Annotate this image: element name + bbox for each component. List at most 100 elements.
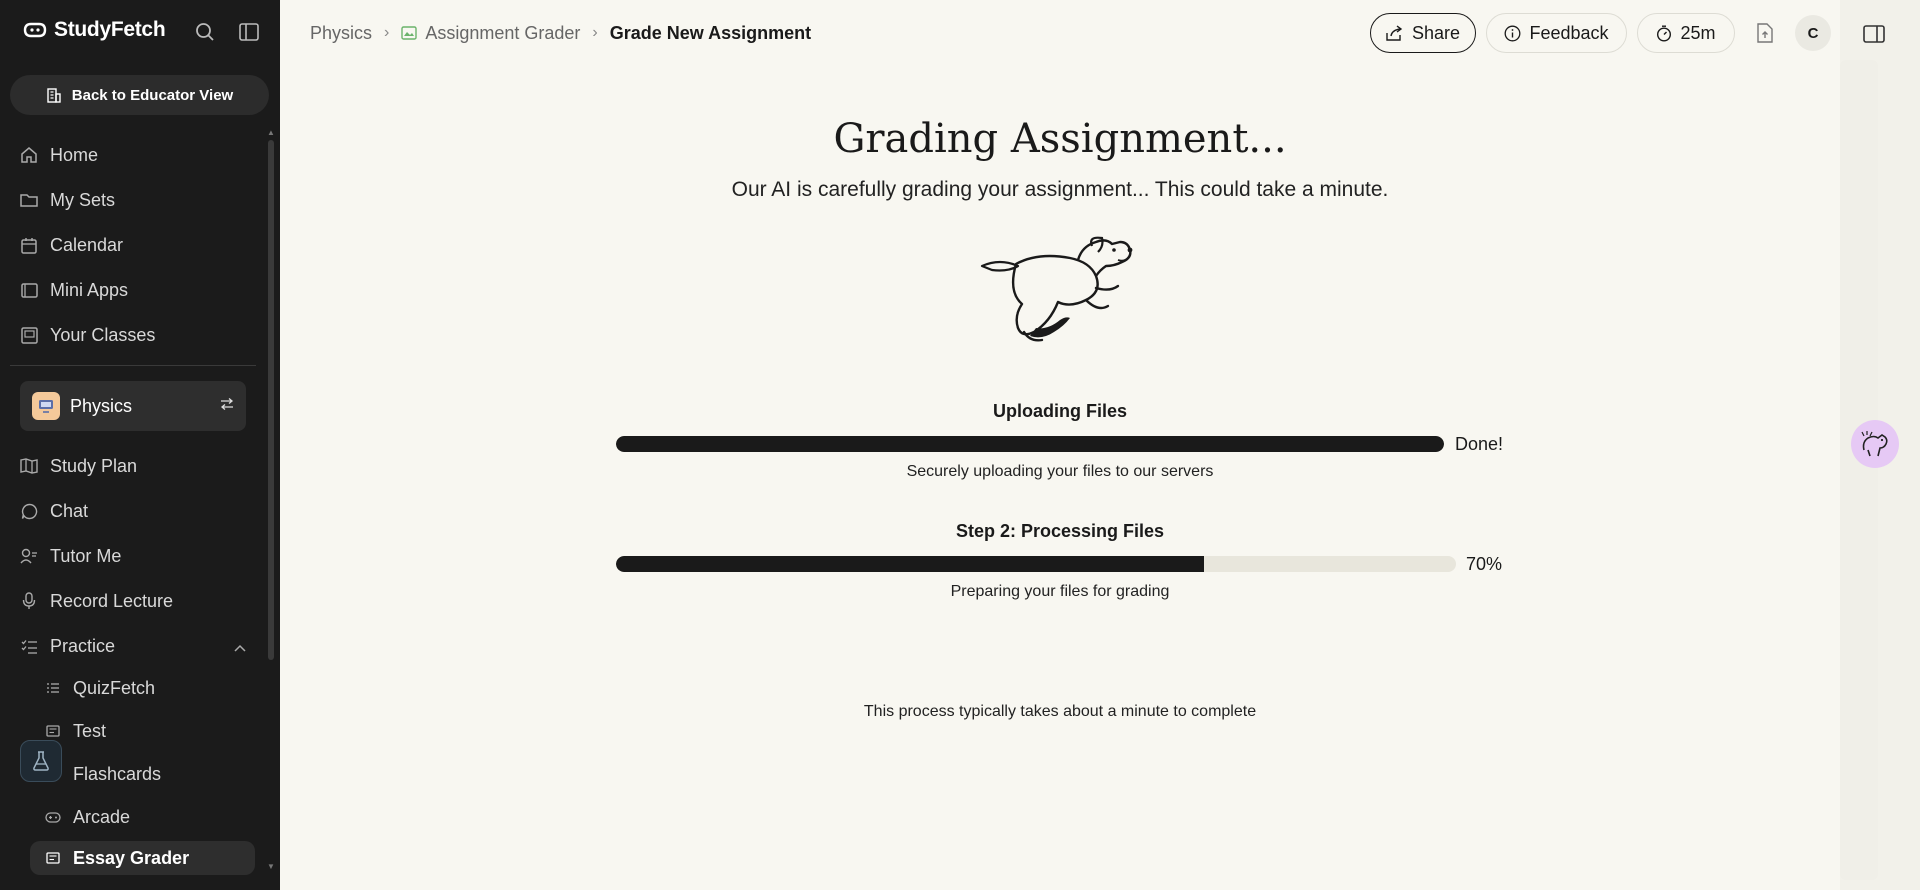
right-panel-toggle-icon[interactable] [1862,22,1886,46]
breadcrumb: Physics › Assignment Grader › Grade New … [310,20,811,46]
share-icon [1386,25,1403,41]
app-name: StudyFetch [54,18,166,41]
sidebar-divider [10,365,256,366]
home-icon [20,146,38,164]
process-footnote: This process typically takes about a min… [863,703,1257,720]
feedback-button[interactable]: Feedback [1486,13,1627,53]
chevron-right-icon: › [384,24,390,41]
sidebar-item-chat[interactable]: Chat [20,493,88,529]
scrollbar-down-arrow-icon[interactable]: ▼ [266,862,276,871]
map-icon [20,457,38,475]
scrollbar-up-arrow-icon[interactable]: ▲ [266,128,276,137]
timer-button[interactable]: 25m [1637,13,1735,53]
sidebar-item-label: My Sets [50,189,116,210]
breadcrumb-label: Physics [310,22,373,43]
sidebar-item-quizfetch[interactable]: QuizFetch [45,671,155,705]
flask-icon[interactable] [20,740,62,782]
list-check-icon [20,637,38,655]
sidebar-item-record-lecture[interactable]: Record Lecture [20,583,173,619]
chat-bubble-icon [20,502,38,520]
essay-icon [45,850,61,866]
calendar-icon [20,236,38,254]
step-title: Step 2: Processing Files [955,521,1165,541]
chevron-up-icon[interactable] [234,636,246,657]
file-upload-icon[interactable] [1753,21,1777,45]
sidebar-item-label: Study Plan [50,455,138,476]
microphone-icon [20,592,38,610]
page-subtitle: Our AI is carefully grading your assignm… [731,178,1389,201]
back-label: Back to Educator View [71,86,234,104]
page-title: Grading Assignment... [833,116,1287,162]
sidebar-item-my-sets[interactable]: My Sets [20,182,115,218]
upload-status: Done! [1455,434,1504,454]
sidebar-item-label: Essay Grader [73,847,190,868]
upload-progress-bar [616,436,1444,452]
step-description: Securely uploading your files to our ser… [906,463,1214,480]
class-switcher[interactable]: Physics [20,381,246,431]
processing-progress-fill [616,556,1204,572]
sidebar: StudyFetch Back to Educator View Home My… [0,0,280,890]
step-description: Preparing your files for grading [950,583,1170,600]
feedback-label: Feedback [1529,22,1609,43]
chevron-right-icon: › [592,24,598,41]
breadcrumb-assignment-grader[interactable]: Assignment Grader [401,23,580,44]
classes-icon [20,326,38,344]
sidebar-header: StudyFetch [0,0,280,64]
sidebar-item-home[interactable]: Home [20,137,98,173]
sidebar-item-label: Flashcards [73,763,162,784]
user-avatar[interactable]: C [1795,15,1831,51]
breadcrumb-current: Grade New Assignment [609,22,812,43]
sidebar-item-study-plan[interactable]: Study Plan [20,448,137,484]
step-title: Uploading Files [992,401,1127,421]
sidebar-item-essay-grader[interactable]: Essay Grader [30,841,255,875]
logo-icon [23,22,47,38]
sidebar-item-label: Your Classes [50,324,156,345]
sidebar-item-label: QuizFetch [73,677,156,698]
sidebar-scrollbar[interactable] [268,140,274,660]
mascot-assistant-button[interactable] [1851,420,1899,468]
sidebar-item-calendar[interactable]: Calendar [20,227,123,263]
class-avatar-icon [32,392,60,420]
share-label: Share [1411,22,1461,43]
sidebar-item-label: Arcade [73,806,131,827]
gamepad-icon [45,809,61,825]
sidebar-item-label: Home [50,144,99,165]
sidebar-toggle-icon[interactable] [237,20,261,44]
stopwatch-icon [1657,25,1672,42]
dog-mascot-icon [1861,431,1888,457]
app-window-icon [20,281,38,299]
processing-progress-bar [616,556,1456,572]
quiz-list-icon [45,680,61,696]
sidebar-item-label: Tutor Me [50,545,122,566]
sidebar-item-your-classes[interactable]: Your Classes [20,317,155,353]
sidebar-item-mini-apps[interactable]: Mini Apps [20,272,128,308]
sidebar-item-label: Practice [50,635,116,656]
studyfetch-logo[interactable]: StudyFetch [22,18,166,42]
sidebar-item-label: Test [73,720,107,741]
search-icon[interactable] [193,20,217,44]
timer-label: 25m [1680,22,1716,43]
upload-progress-fill [616,436,1444,452]
back-to-educator-button[interactable]: Back to Educator View [10,75,269,115]
running-dog-illustration [980,236,1133,342]
folder-icon [20,191,38,209]
image-grader-icon [401,26,418,40]
share-button[interactable]: Share [1370,13,1476,53]
swap-arrows-icon[interactable] [220,397,234,415]
breadcrumb-physics[interactable]: Physics [310,23,372,44]
building-icon [47,88,61,103]
processing-status: 70% [1466,554,1503,574]
sidebar-item-flashcards[interactable]: Flashcards [45,757,161,791]
info-icon [1505,25,1521,41]
test-icon [45,723,61,739]
sidebar-item-tutor-me[interactable]: Tutor Me [20,538,121,574]
class-name: Physics [70,395,133,416]
sidebar-item-practice[interactable]: Practice [20,628,246,664]
sidebar-item-label: Mini Apps [50,279,129,300]
right-panel-strip [1840,60,1878,880]
sidebar-item-label: Calendar [50,234,124,255]
sidebar-item-label: Chat [50,500,89,521]
sidebar-item-label: Record Lecture [50,590,174,611]
breadcrumb-label: Assignment Grader [425,22,581,43]
sidebar-item-arcade[interactable]: Arcade [45,800,130,834]
